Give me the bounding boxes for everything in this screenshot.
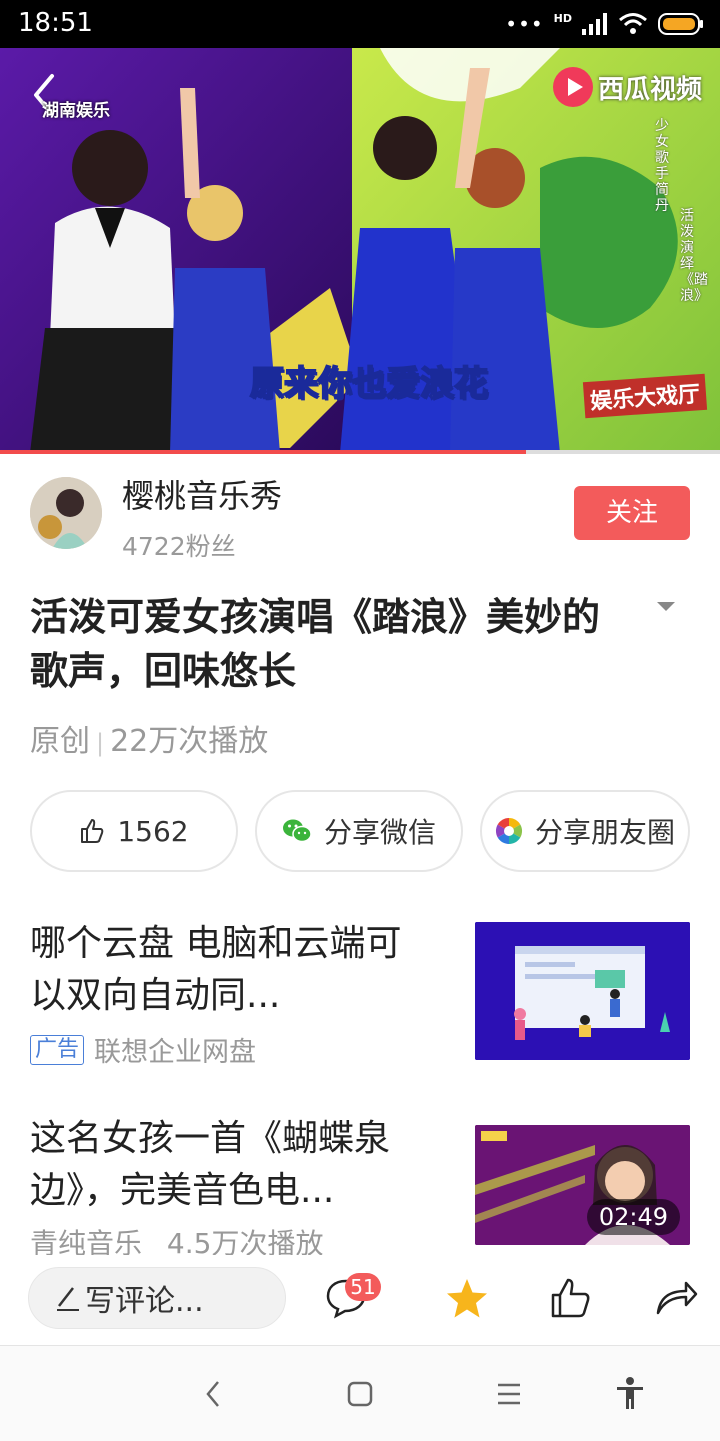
- nav-back-icon[interactable]: [202, 1378, 224, 1410]
- video-progress-fill: [0, 450, 526, 454]
- feed-item-meta: 广告 联想企业网盘: [30, 1030, 256, 1069]
- video-subtitle: 原来你也爱浪花: [249, 363, 489, 405]
- moments-icon: [495, 817, 523, 845]
- feed-item-title[interactable]: 这名女孩一首《蝴蝶泉边》，完美音色电...: [30, 1113, 430, 1217]
- comment-bar: 写评论... 51: [0, 1255, 720, 1345]
- video-player[interactable]: 湖南娱乐 西瓜视频 少女歌手简丹 活泼演绎《踏浪》 原来你也爱浪花 娱乐大戏厅: [0, 48, 720, 453]
- author-fans: 4722粉丝: [122, 532, 236, 561]
- watermark: 西瓜视频: [552, 66, 702, 108]
- pencil-icon: [57, 1287, 79, 1311]
- expand-icon[interactable]: [655, 600, 677, 614]
- system-nav-bar: [0, 1345, 720, 1441]
- signal-icon: [582, 13, 607, 35]
- video-meta: 原创 | 22万次播放: [30, 716, 268, 760]
- feed-item-title[interactable]: 哪个云盘 电脑和云端可以双向自动同...: [30, 918, 430, 1022]
- share-icon[interactable]: [654, 1277, 698, 1317]
- avatar-image: [30, 477, 102, 549]
- status-time: 18:51: [18, 8, 93, 38]
- nav-menu-icon[interactable]: [496, 1382, 522, 1406]
- share-wechat-label: 分享微信: [323, 816, 436, 849]
- author-name[interactable]: 樱桃音乐秀: [122, 471, 282, 517]
- share-wechat-button[interactable]: 分享微信: [255, 790, 463, 872]
- thumb-up-icon[interactable]: [550, 1277, 592, 1319]
- network-label: HD: [553, 11, 572, 25]
- channel-logo: 湖南娱乐: [42, 101, 110, 121]
- like-count: 1562: [117, 814, 189, 848]
- battery-icon: [658, 13, 703, 35]
- comment-input[interactable]: 写评论...: [28, 1267, 286, 1329]
- ad-badge: 广告: [30, 1034, 85, 1065]
- status-icons: ••• HD: [505, 10, 704, 38]
- nav-home-icon[interactable]: [347, 1381, 373, 1407]
- status-bar: 18:51 ••• HD: [0, 0, 720, 48]
- comment-count-badge: 51: [345, 1273, 381, 1301]
- author-avatar[interactable]: [30, 477, 102, 549]
- wifi-icon: [619, 13, 647, 34]
- share-moments-label: 分享朋友圈: [534, 816, 675, 849]
- feed-item-source: 联想企业网盘: [94, 1037, 257, 1068]
- comment-placeholder: 写评论...: [85, 1284, 204, 1319]
- follow-button[interactable]: 关注: [574, 486, 690, 540]
- share-moments-button[interactable]: 分享朋友圈: [480, 790, 690, 872]
- side-caption-1: 少女歌手简丹: [655, 118, 669, 214]
- feed-item-thumbnail[interactable]: 02:49: [475, 1125, 690, 1245]
- feed-item-thumbnail[interactable]: [475, 922, 690, 1060]
- video-plays: 22万次播放: [110, 724, 269, 759]
- like-icon: [81, 819, 104, 843]
- star-icon[interactable]: [444, 1277, 490, 1321]
- meta-separator: |: [96, 728, 105, 757]
- video-duration: 02:49: [586, 1199, 680, 1235]
- video-source: 原创: [30, 724, 90, 759]
- accessibility-icon[interactable]: [615, 1376, 645, 1410]
- video-title: 活泼可爱女孩演唱《踏浪》美妙的歌声，回味悠长: [30, 595, 601, 693]
- ad-illustration: [475, 922, 690, 1060]
- dots-icon: •••: [505, 12, 544, 36]
- wechat-icon: [282, 819, 312, 843]
- play-logo-icon: [553, 67, 593, 107]
- side-caption-2: 活泼演绎《踏浪》: [680, 208, 708, 304]
- like-button[interactable]: 1562: [30, 790, 238, 872]
